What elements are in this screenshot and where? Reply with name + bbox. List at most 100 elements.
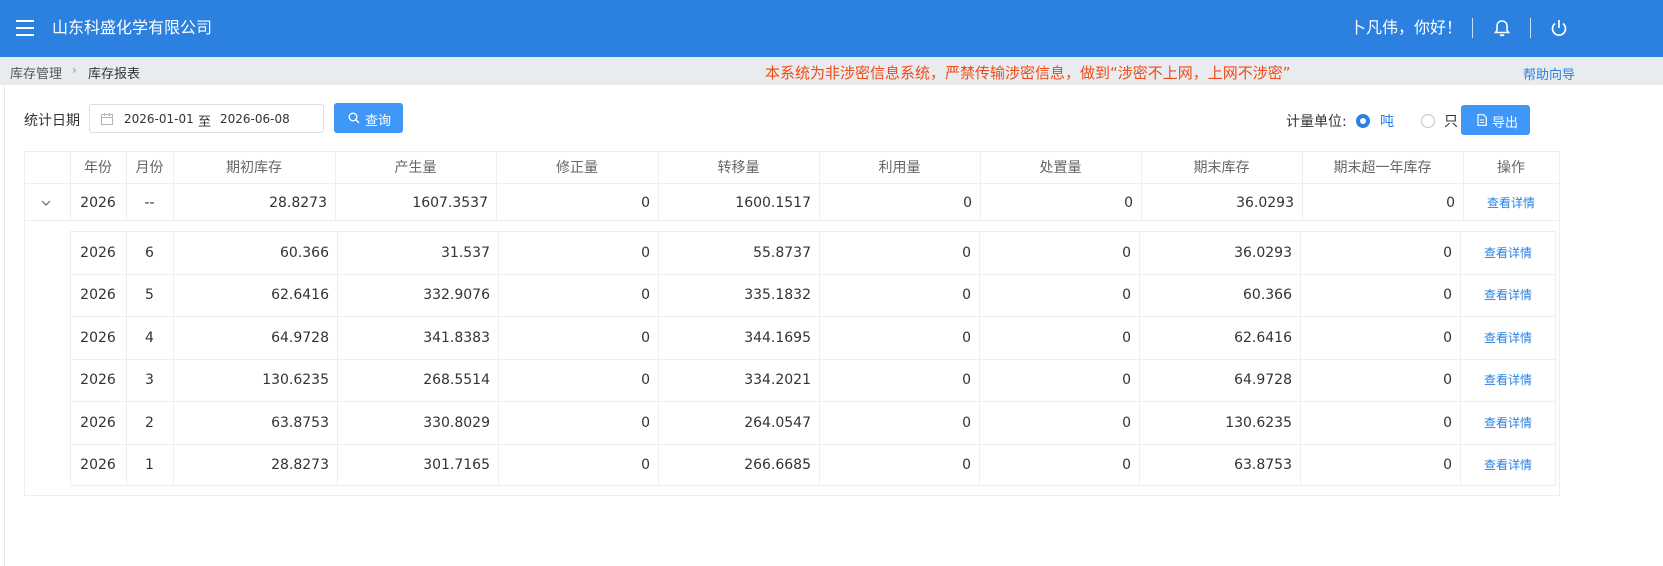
summary-closing-stock: 36.0293 — [1236, 195, 1294, 211]
export-button-label: 导出 — [1492, 116, 1519, 131]
summary-correction: 0 — [641, 195, 650, 211]
row-divider — [71, 401, 1555, 402]
date-range-picker[interactable]: 2026-01-01 至 2026-06-08 — [89, 104, 324, 133]
unit-label: 计量单位: — [1286, 114, 1347, 130]
calendar-icon — [101, 113, 113, 125]
summary-year: 2026 — [80, 195, 116, 211]
power-icon[interactable] — [1549, 18, 1569, 38]
column-header-month: 月份 — [135, 160, 164, 176]
detail-row-month: 4 — [145, 330, 154, 346]
column-header-generated: 产生量 — [394, 160, 437, 176]
detail-row-month: 6 — [145, 245, 154, 261]
detail-row-utilized: 0 — [962, 457, 971, 473]
detail-row-closing-stock: 36.0293 — [1234, 245, 1292, 261]
detail-row-year: 2026 — [80, 330, 116, 346]
date-end-value[interactable]: 2026-06-08 — [220, 112, 290, 126]
security-notice: 本系统为非涉密信息系统，严禁传输涉密信息，做到“涉密不上网，上网不涉密” — [765, 64, 1291, 82]
user-greeting[interactable]: 卜凡伟，你好！ — [1350, 17, 1462, 39]
column-header-utilized: 利用量 — [878, 160, 921, 176]
detail-row-over-one-year-stock: 0 — [1443, 245, 1452, 261]
detail-row-month: 3 — [145, 372, 154, 388]
detail-row-utilized: 0 — [962, 372, 971, 388]
header-divider — [1530, 18, 1531, 38]
detail-row-closing-stock: 130.6235 — [1225, 415, 1292, 431]
row-divider — [71, 444, 1555, 445]
unit-option-ton[interactable]: 吨 — [1380, 111, 1394, 131]
summary-month: -- — [144, 195, 155, 211]
detail-row-view-details-link[interactable]: 查看详情 — [1460, 289, 1556, 301]
date-range-separator: 至 — [198, 115, 212, 130]
column-header-correction: 修正量 — [556, 160, 598, 176]
detail-row-generated: 31.537 — [441, 245, 490, 261]
detail-row-utilized: 0 — [962, 287, 971, 303]
detail-row-closing-stock: 60.366 — [1243, 287, 1292, 303]
detail-row-view-details-link[interactable]: 查看详情 — [1460, 417, 1556, 429]
unit-radio-piece[interactable] — [1421, 114, 1435, 128]
breadcrumb-item-inventory-management[interactable]: 库存管理 — [10, 63, 62, 82]
detail-row-year: 2026 — [80, 287, 116, 303]
bell-icon[interactable] — [1492, 18, 1512, 38]
breadcrumb-bar: 库存管理 › 库存报表 本系统为非涉密信息系统，严禁传输涉密信息，做到“涉密不上… — [0, 57, 1663, 85]
detail-row-transferred: 264.0547 — [744, 415, 811, 431]
detail-row-transferred: 344.1695 — [744, 330, 811, 346]
detail-row-view-details-link[interactable]: 查看详情 — [1460, 332, 1556, 344]
company-name: 山东科盛化学有限公司 — [52, 18, 213, 37]
detail-row-view-details-link[interactable]: 查看详情 — [1460, 374, 1556, 386]
detail-row-opening-stock: 62.6416 — [271, 287, 329, 303]
detail-row-transferred: 266.6685 — [744, 457, 811, 473]
detail-row-over-one-year-stock: 0 — [1443, 330, 1452, 346]
row-divider — [71, 316, 1555, 317]
detail-row-opening-stock: 63.8753 — [271, 415, 329, 431]
detail-row-correction: 0 — [641, 330, 650, 346]
column-header-closing-stock: 期末库存 — [1193, 160, 1250, 176]
detail-row-correction: 0 — [641, 245, 650, 261]
detail-row-utilized: 0 — [962, 245, 971, 261]
detail-row-utilized: 0 — [962, 415, 971, 431]
detail-row-opening-stock: 60.366 — [280, 245, 329, 261]
detail-row-disposed: 0 — [1122, 245, 1131, 261]
detail-row-correction: 0 — [641, 457, 650, 473]
detail-row-transferred: 335.1832 — [744, 287, 811, 303]
detail-row-generated: 301.7165 — [423, 457, 490, 473]
detail-row-year: 2026 — [80, 457, 116, 473]
detail-row-disposed: 0 — [1122, 415, 1131, 431]
detail-row-utilized: 0 — [962, 330, 971, 346]
column-header-opening-stock: 期初库存 — [226, 160, 282, 176]
detail-row-opening-stock: 64.9728 — [271, 330, 329, 346]
detail-row-transferred: 55.8737 — [753, 245, 811, 261]
column-header-action: 操作 — [1497, 160, 1525, 176]
detail-row-closing-stock: 64.9728 — [1234, 372, 1292, 388]
summary-view-details-link[interactable]: 查看详情 — [1463, 197, 1559, 209]
detail-row-year: 2026 — [80, 372, 116, 388]
export-button[interactable]: 导出 — [1461, 105, 1530, 135]
detail-row-view-details-link[interactable]: 查看详情 — [1460, 247, 1556, 259]
chevron-right-icon: › — [72, 63, 77, 77]
content-border — [4, 85, 5, 566]
detail-row-month: 2 — [145, 415, 154, 431]
query-button[interactable]: 查询 — [334, 103, 403, 133]
date-start-value[interactable]: 2026-01-01 — [124, 112, 194, 126]
detail-row-over-one-year-stock: 0 — [1443, 287, 1452, 303]
detail-row-opening-stock: 28.8273 — [271, 457, 329, 473]
summary-divider-line — [25, 220, 1559, 221]
detail-row-correction: 0 — [641, 287, 650, 303]
header-divider — [1472, 18, 1473, 38]
column-header-disposed: 处置量 — [1039, 160, 1082, 176]
detail-row-correction: 0 — [641, 372, 650, 388]
unit-radio-ton[interactable] — [1356, 114, 1370, 128]
detail-row-view-details-link[interactable]: 查看详情 — [1460, 459, 1556, 471]
query-button-label: 查询 — [365, 114, 392, 129]
detail-row-disposed: 0 — [1122, 330, 1131, 346]
detail-row-year: 2026 — [80, 245, 116, 261]
document-icon — [1477, 114, 1487, 126]
menu-icon[interactable] — [16, 20, 34, 36]
unit-option-piece[interactable]: 只 — [1444, 111, 1458, 131]
help-guide-link[interactable]: 帮助向导 — [1523, 64, 1575, 83]
detail-row-generated: 330.8029 — [423, 415, 490, 431]
chevron-down-icon[interactable] — [40, 198, 52, 208]
detail-row-over-one-year-stock: 0 — [1443, 457, 1452, 473]
detail-row-generated: 341.8383 — [423, 330, 490, 346]
summary-over-one-year-stock: 0 — [1446, 195, 1455, 211]
summary-utilized: 0 — [963, 195, 972, 211]
detail-row-disposed: 0 — [1122, 287, 1131, 303]
